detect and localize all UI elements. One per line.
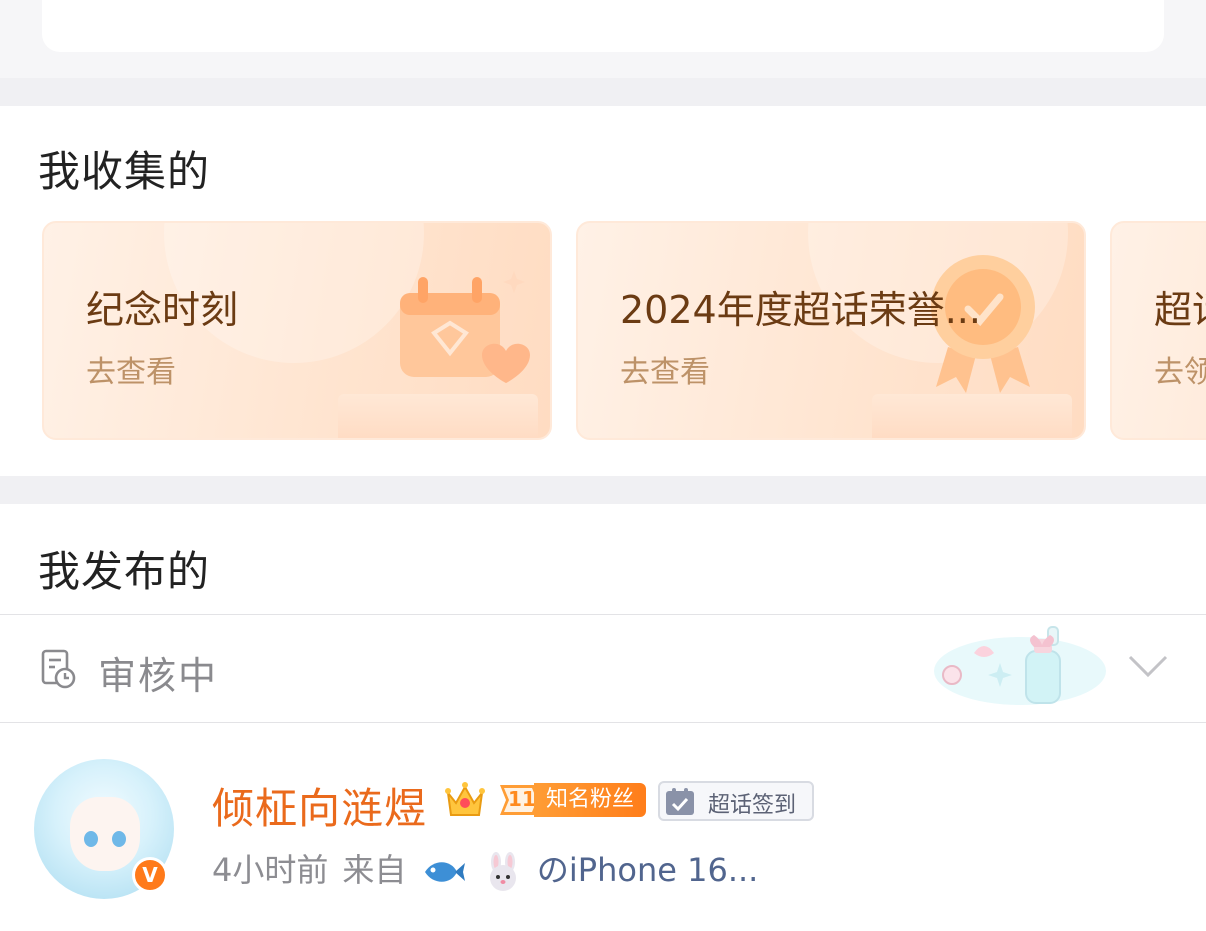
card-title: 2024年度超话荣誉...: [620, 288, 981, 332]
collection-card-moments[interactable]: 纪念时刻 去查看: [42, 221, 552, 440]
post-item[interactable]: V 倾柾向涟煜 11 知名粉丝 超话签到 4小时前 来自 のiPhone 16.…: [0, 723, 1206, 931]
collected-cards-carousel[interactable]: 纪念时刻 去查看 2024年度超话荣誉... 去查看 超话 去领: [42, 221, 1206, 440]
checkin-badge[interactable]: 超话签到: [658, 781, 814, 821]
card-title: 超话: [1154, 288, 1206, 332]
verified-badge: V: [132, 857, 168, 893]
decoration-bottle-icon: [934, 626, 1106, 705]
fan-level-number: 11: [508, 787, 536, 811]
post-username[interactable]: 倾柾向涟煜: [212, 775, 427, 836]
chevron-down-icon[interactable]: [1126, 649, 1170, 683]
card-action[interactable]: 去查看: [620, 347, 710, 391]
review-status-row[interactable]: 审核中: [0, 615, 1206, 722]
document-clock-icon: [41, 649, 76, 689]
section-gap: [0, 476, 1206, 504]
top-card: [42, 0, 1164, 52]
card-action[interactable]: 去领: [1154, 347, 1206, 391]
card-action[interactable]: 去查看: [86, 347, 176, 391]
collection-card-honor-2024[interactable]: 2024年度超话荣誉... 去查看: [576, 221, 1086, 440]
section-gap: [0, 78, 1206, 106]
calendar-heart-icon: [400, 271, 530, 383]
rabbit-emoji-icon: [489, 852, 516, 891]
review-status-label: 审核中: [98, 654, 219, 698]
fish-emoji-icon: [424, 862, 465, 882]
collected-section-title: 我收集的: [38, 147, 211, 196]
fan-badge-label: 知名粉丝: [534, 783, 646, 817]
post-from-label: 来自: [342, 851, 407, 889]
checkin-badge-label: 超话签到: [708, 793, 797, 818]
post-device[interactable]: のiPhone 16...: [537, 851, 758, 889]
post-meta: 4小时前 来自 のiPhone 16...: [212, 845, 758, 892]
published-section-title: 我发布的: [38, 547, 211, 596]
post-time: 4小时前: [212, 851, 329, 889]
crown-icon: [445, 782, 485, 816]
top-band: [0, 0, 1206, 78]
calendar-check-icon: [666, 788, 694, 815]
card-title: 纪念时刻: [86, 288, 239, 332]
collection-card-partial[interactable]: 超话 去领: [1110, 221, 1206, 440]
fan-level-badge[interactable]: 11 知名粉丝: [496, 781, 648, 819]
